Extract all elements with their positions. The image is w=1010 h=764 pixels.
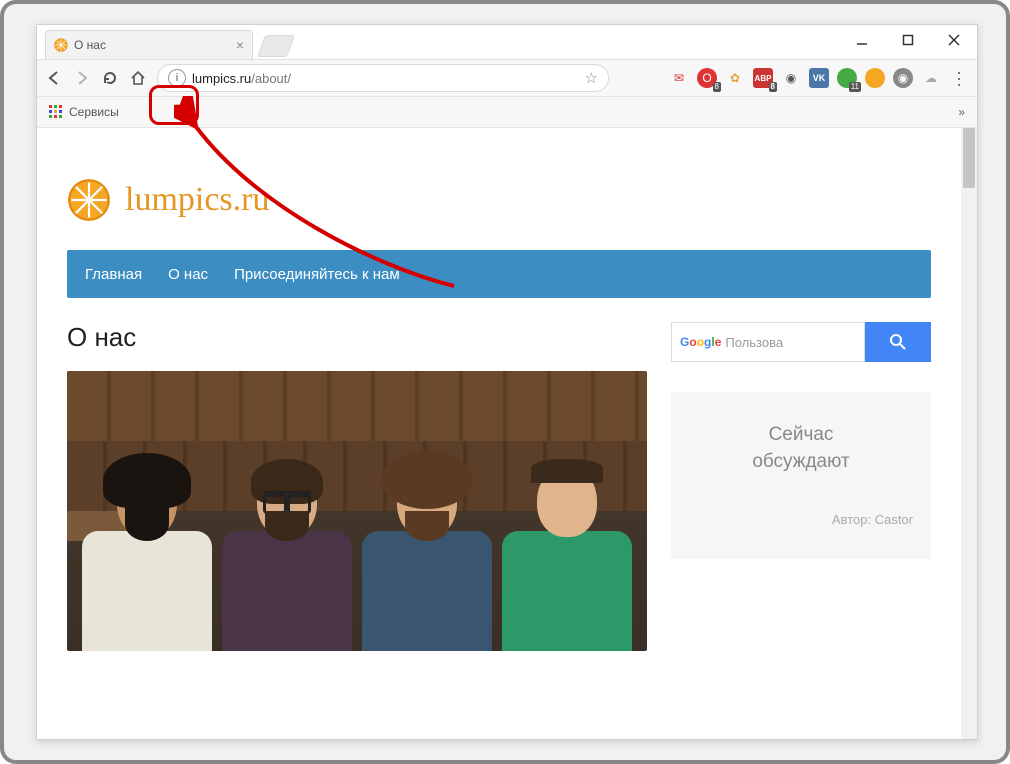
sidebar-author: Автор: Castor (689, 511, 913, 529)
paw-extension-icon[interactable]: ✿ (725, 68, 745, 88)
google-logo-icon: Google (680, 335, 721, 349)
opera-extension-icon[interactable]: O8 (697, 68, 717, 88)
window-titlebar: О нас × (37, 25, 977, 59)
minimize-icon (856, 34, 868, 46)
cloud-extension-icon[interactable]: ☁ (921, 68, 941, 88)
maximize-icon (902, 34, 914, 46)
orange-slice-icon (67, 178, 111, 222)
window-minimize-button[interactable] (839, 25, 885, 55)
nav-join[interactable]: Присоединяйтесь к нам (234, 266, 400, 283)
nav-home[interactable]: Главная (85, 266, 142, 283)
bookmark-star-icon[interactable]: ☆ (585, 69, 598, 87)
window-close-button[interactable] (931, 25, 977, 55)
page-viewport: lumpics.ru Главная О нас Присоединяйтесь… (37, 128, 977, 739)
site-logo[interactable]: lumpics.ru (67, 178, 931, 222)
site-search-input[interactable]: Google Пользова (671, 322, 865, 362)
site-logo-text: lumpics.ru (125, 181, 269, 219)
orange-slice-favicon (54, 38, 68, 52)
bookmarks-bar: Сервисы » (37, 97, 977, 128)
orange-extension-icon[interactable] (865, 68, 885, 88)
tab-close-icon[interactable]: × (236, 37, 244, 53)
browser-menu-button[interactable]: ⋯ (949, 68, 969, 88)
abp-extension-icon[interactable]: ABP8 (753, 68, 773, 88)
extensions-row: ✉ O8 ✿ ABP8 ◉ VK 11 ◉ ☁ ⋯ (669, 68, 969, 88)
browser-tab[interactable]: О нас × (45, 30, 253, 59)
bookmark-services[interactable]: Сервисы (69, 105, 119, 119)
gmail-extension-icon[interactable]: ✉ (669, 68, 689, 88)
vk-extension-icon[interactable]: VK (809, 68, 829, 88)
apps-icon[interactable] (49, 105, 63, 119)
nav-about[interactable]: О нас (168, 266, 208, 283)
url-host: lumpics.ru (192, 71, 251, 86)
back-button[interactable] (45, 70, 63, 86)
close-icon (948, 34, 960, 46)
site-search-button[interactable] (865, 322, 931, 362)
bookmarks-overflow-icon[interactable]: » (958, 105, 965, 119)
url-path: /about/ (251, 71, 291, 86)
site-nav: Главная О нас Присоединяйтесь к нам (67, 250, 931, 298)
site-info-icon[interactable]: i (168, 69, 186, 87)
vertical-scrollbar[interactable] (961, 128, 977, 739)
window-maximize-button[interactable] (885, 25, 931, 55)
green-extension-icon[interactable]: 11 (837, 68, 857, 88)
search-placeholder: Пользова (725, 335, 783, 350)
forward-button[interactable] (73, 70, 91, 86)
sidebar-title-line1: Сейчас (689, 422, 913, 449)
search-icon (889, 333, 907, 351)
hero-image (67, 371, 647, 651)
eye-extension-icon[interactable]: ◉ (893, 68, 913, 88)
reload-button[interactable] (101, 70, 119, 86)
page-heading: О нас (67, 322, 647, 353)
browser-window: О нас × i lumpics.ru/about/ (36, 24, 978, 740)
sidebar-discussion-card: Сейчас обсуждают Автор: Castor (671, 392, 931, 559)
new-tab-button[interactable] (257, 35, 295, 57)
evernote-extension-icon[interactable]: ◉ (781, 68, 801, 88)
sidebar-title-line2: обсуждают (689, 449, 913, 476)
browser-toolbar: i lumpics.ru/about/ ☆ ✉ O8 ✿ ABP8 ◉ VK 1… (37, 59, 977, 97)
scrollbar-thumb[interactable] (963, 128, 975, 188)
address-bar[interactable]: i lumpics.ru/about/ ☆ (157, 64, 609, 92)
tab-title: О нас (74, 38, 106, 52)
home-button[interactable] (129, 70, 147, 86)
